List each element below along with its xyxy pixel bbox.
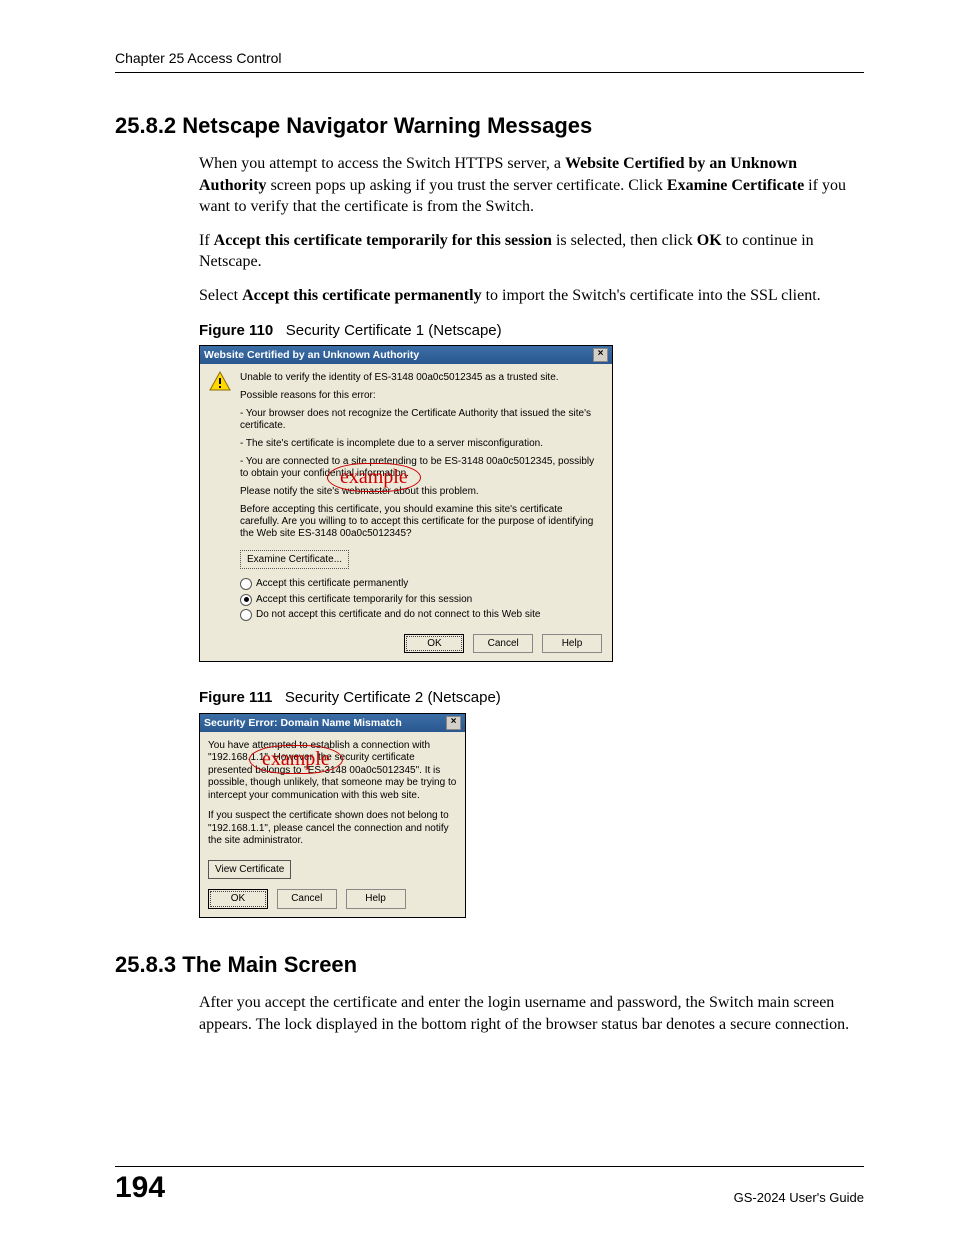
figure-110-caption: Figure 110 Security Certificate 1 (Netsc…	[199, 321, 864, 341]
dlg1-line2: Possible reasons for this error:	[240, 390, 604, 402]
examine-certificate-button[interactable]: Examine Certificate...	[240, 550, 349, 570]
dlg1-reason3: - You are connected to a site pretending…	[240, 456, 604, 480]
close-icon[interactable]: ×	[593, 348, 608, 362]
dlg2-p1: You have attempted to establish a connec…	[208, 740, 457, 803]
dlg1-reason1: - Your browser does not recognize the Ce…	[240, 408, 604, 432]
page-number: 194	[115, 1171, 165, 1205]
section-heading-2583: 25.8.3 The Main Screen	[115, 952, 864, 978]
text: is selected, then click	[552, 232, 697, 249]
figure-title: Security Certificate 2 (Netscape)	[285, 689, 501, 706]
bold-accept-temp: Accept this certificate temporarily for …	[214, 232, 552, 249]
radio-perm[interactable]	[240, 578, 252, 590]
figure-title: Security Certificate 1 (Netscape)	[286, 322, 502, 339]
text: screen pops up asking if you trust the s…	[267, 177, 667, 194]
radio-temp-label: Accept this certificate temporarily for …	[256, 593, 472, 607]
page-footer: 194 GS-2024 User's Guide	[115, 1166, 864, 1205]
dialog1-titlebar: Website Certified by an Unknown Authorit…	[200, 346, 612, 364]
help-button[interactable]: Help	[346, 889, 406, 909]
view-certificate-button[interactable]: View Certificate	[208, 860, 291, 880]
dialog-unknown-authority: Website Certified by an Unknown Authorit…	[199, 345, 613, 663]
close-icon[interactable]: ×	[446, 716, 461, 730]
text: When you attempt to access the Switch HT…	[199, 155, 565, 172]
cancel-button[interactable]: Cancel	[473, 634, 533, 654]
para-intro: When you attempt to access the Switch HT…	[199, 153, 864, 218]
bold-ok: OK	[697, 232, 722, 249]
radio-reject[interactable]	[240, 609, 252, 621]
bold-examine-cert: Examine Certificate	[667, 177, 804, 194]
radio-perm-label: Accept this certificate permanently	[256, 577, 408, 591]
radio-reject-label: Do not accept this certificate and do no…	[256, 608, 540, 622]
cancel-button[interactable]: Cancel	[277, 889, 337, 909]
dlg1-notify: Please notify the site's webmaster about…	[240, 486, 604, 498]
ok-button[interactable]: OK	[404, 634, 464, 654]
radio-temp[interactable]	[240, 594, 252, 606]
help-button[interactable]: Help	[542, 634, 602, 654]
dlg1-question: Before accepting this certificate, you s…	[240, 504, 604, 540]
dialog1-title: Website Certified by an Unknown Authorit…	[204, 348, 419, 362]
dialog-domain-mismatch: Security Error: Domain Name Mismatch × Y…	[199, 713, 466, 918]
text: Select	[199, 287, 242, 304]
para-accept-temp: If Accept this certificate temporarily f…	[199, 230, 864, 273]
guide-title: GS-2024 User's Guide	[734, 1190, 864, 1205]
section-heading-2582: 25.8.2 Netscape Navigator Warning Messag…	[115, 113, 864, 139]
bold-accept-perm: Accept this certificate permanently	[242, 287, 481, 304]
figure-label: Figure 110	[199, 322, 273, 339]
para-accept-perm: Select Accept this certificate permanent…	[199, 285, 864, 307]
dlg2-p2: If you suspect the certificate shown doe…	[208, 810, 457, 848]
ok-button[interactable]: OK	[208, 889, 268, 909]
dialog2-titlebar: Security Error: Domain Name Mismatch ×	[200, 714, 465, 732]
running-header: Chapter 25 Access Control	[115, 50, 864, 73]
text: to import the Switch's certificate into …	[482, 287, 821, 304]
figure-111-caption: Figure 111 Security Certificate 2 (Netsc…	[199, 688, 864, 708]
dlg1-reason2: - The site's certificate is incomplete d…	[240, 438, 604, 450]
text: If	[199, 232, 214, 249]
warning-icon	[208, 370, 232, 394]
dialog2-title: Security Error: Domain Name Mismatch	[204, 716, 402, 730]
figure-label: Figure 111	[199, 689, 272, 706]
para-main-screen: After you accept the certificate and ent…	[199, 992, 864, 1035]
dlg1-line1: Unable to verify the identity of ES-3148…	[240, 372, 604, 384]
